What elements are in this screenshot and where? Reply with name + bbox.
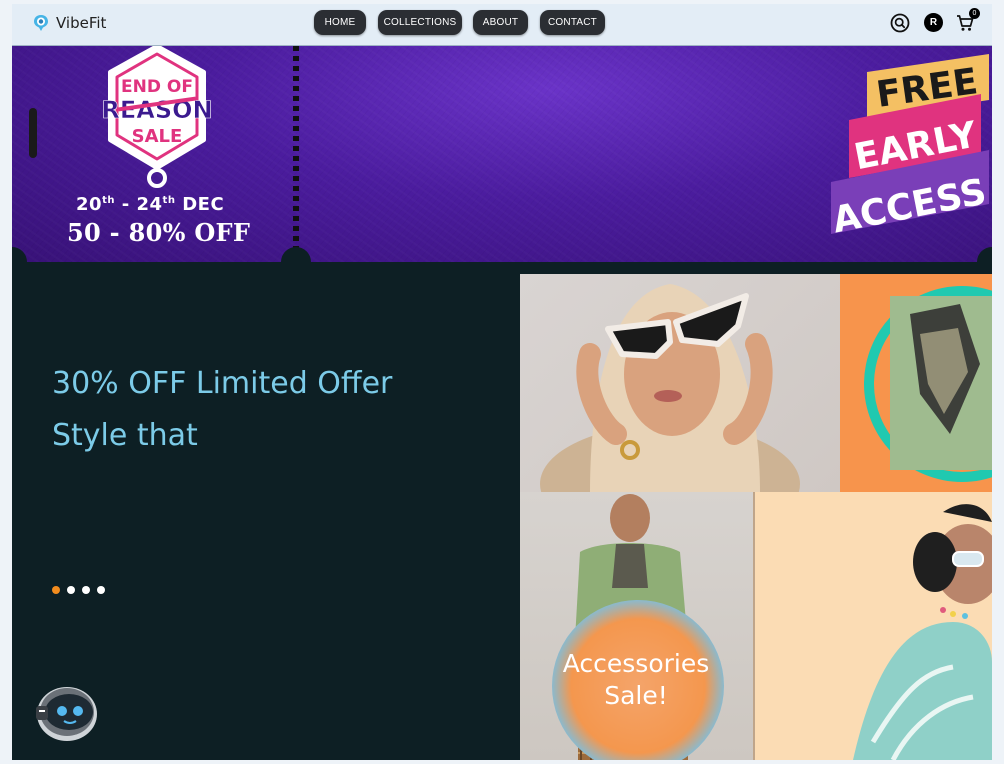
sale-title-line1: END OF xyxy=(121,77,193,97)
chatbot-robot-icon[interactable] xyxy=(34,680,100,742)
carousel-dot-3[interactable] xyxy=(82,586,90,594)
brand-logo-icon xyxy=(34,15,48,31)
hero-headline-line1: 30% OFF Limited Offer xyxy=(52,366,393,401)
sale-discount: 50 - 80% OFF xyxy=(67,218,251,247)
sale-tag-badge: END OF REASON SALE xyxy=(101,46,213,188)
photo-sunglasses-model[interactable] xyxy=(520,274,840,492)
date-end: 24 xyxy=(136,194,163,215)
nav-contact-button[interactable]: CONTACT xyxy=(540,10,605,35)
hero-headline-line2: Style that xyxy=(52,418,198,453)
sale-title-line3: SALE xyxy=(132,126,183,147)
nav-collections-button[interactable]: COLLECTIONS xyxy=(378,10,462,35)
hero-section: 30% OFF Limited Offer Style that Accesso… xyxy=(12,262,992,760)
cart-count-badge: 0 xyxy=(969,8,980,19)
nav-about-button[interactable]: ABOUT xyxy=(473,10,528,35)
carousel-dots xyxy=(52,586,105,594)
photo-scarf-closeup[interactable] xyxy=(840,274,992,492)
date-end-suffix: th xyxy=(162,195,176,206)
accessories-sale-label[interactable]: Accessories Sale! xyxy=(520,648,752,712)
date-separator: - xyxy=(114,194,137,215)
brand[interactable]: VibeFit xyxy=(32,12,106,34)
date-start-suffix: th xyxy=(102,195,115,206)
accessories-sale-line1: Accessories xyxy=(562,649,710,678)
page-frame: VibeFit HOME COLLECTIONS ABOUT CONTACT R… xyxy=(12,4,992,760)
photo-peach-model[interactable] xyxy=(753,492,992,760)
sale-title-line2: REASON xyxy=(101,96,212,124)
carousel-dot-2[interactable] xyxy=(67,586,75,594)
carousel-dot-1[interactable] xyxy=(52,586,60,594)
photo-green-shirt-model[interactable]: Accessories Sale! xyxy=(520,492,753,760)
ticket-slot xyxy=(29,108,37,158)
promo-banner[interactable]: END OF REASON SALE 20th - 24th DEC 50 - … xyxy=(12,46,992,262)
sale-dates: 20th - 24th DEC xyxy=(76,194,224,215)
date-month: DEC xyxy=(175,194,225,215)
ticket-perforation xyxy=(293,46,299,262)
nav-home-button[interactable]: HOME xyxy=(314,10,366,35)
user-avatar[interactable]: R xyxy=(924,13,943,32)
brand-name: VibeFit xyxy=(56,14,107,32)
search-icon[interactable] xyxy=(890,13,910,33)
date-start: 20 xyxy=(76,194,103,215)
accessories-sale-line2: Sale! xyxy=(604,681,668,710)
top-navbar: VibeFit HOME COLLECTIONS ABOUT CONTACT R… xyxy=(12,4,992,46)
carousel-dot-4[interactable] xyxy=(97,586,105,594)
early-access-badge: FREE EARLY ACCESS xyxy=(829,54,990,239)
